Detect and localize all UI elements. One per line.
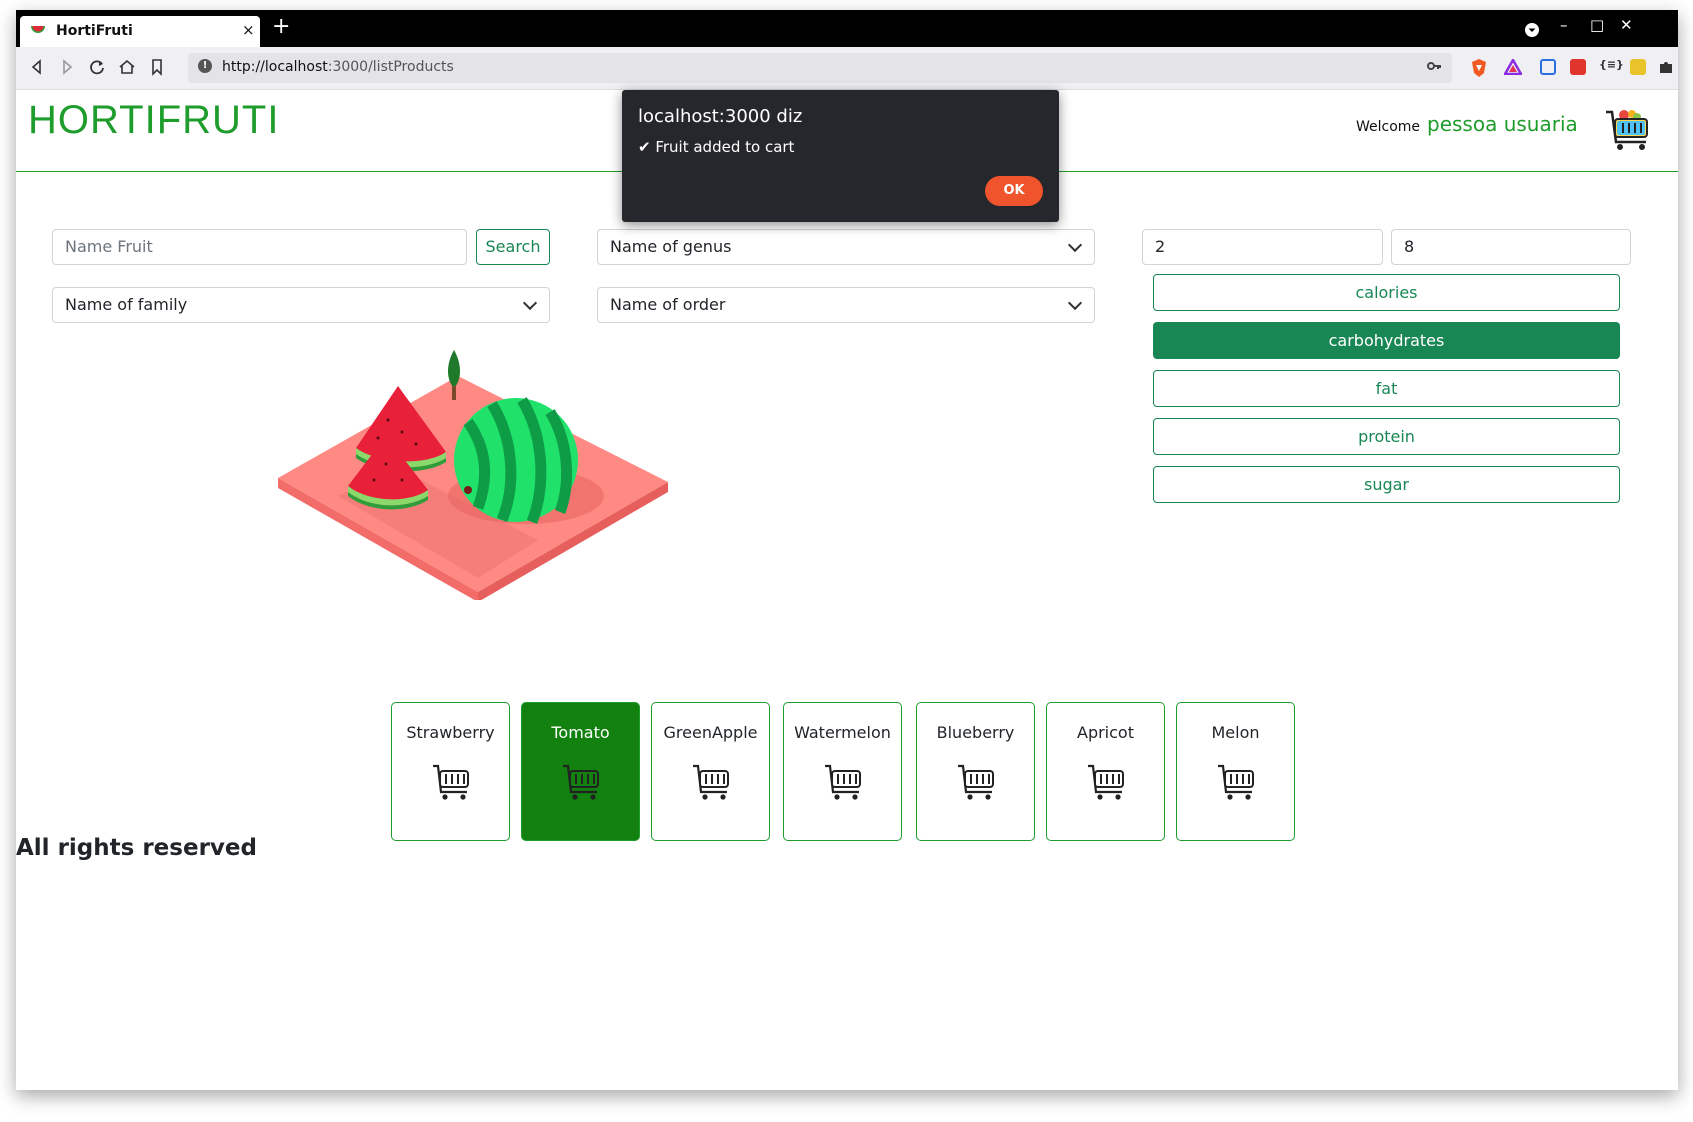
product-name: GreenApple	[663, 723, 758, 742]
add-to-cart-icon[interactable]	[561, 761, 601, 801]
nutrient-button-fat[interactable]: fat	[1153, 370, 1620, 407]
nutrient-button-carbohydrates[interactable]: carbohydrates	[1153, 322, 1620, 359]
url-text[interactable]: http://localhost:3000/listProducts	[222, 59, 454, 75]
chevron-down-icon	[1067, 295, 1083, 311]
title-bar: HortiFruti × + – □ ✕	[16, 10, 1678, 47]
product-card-blueberry[interactable]: Blueberry	[916, 702, 1035, 841]
add-to-cart-icon[interactable]	[1216, 761, 1256, 801]
product-card-tomato[interactable]: Tomato	[521, 702, 640, 841]
add-to-cart-icon[interactable]	[431, 761, 471, 801]
extensions-puzzle-icon[interactable]	[1658, 59, 1674, 75]
browser-tab[interactable]: HortiFruti ×	[20, 16, 260, 47]
brave-rewards-icon[interactable]	[1504, 59, 1522, 75]
nutrient-button-protein[interactable]: protein	[1153, 418, 1620, 455]
add-to-cart-icon[interactable]	[956, 761, 996, 801]
product-name: Apricot	[1077, 723, 1134, 742]
extension-red-icon[interactable]	[1570, 59, 1586, 75]
search-button[interactable]: Search	[476, 229, 550, 265]
dialog-ok-button[interactable]: OK	[985, 176, 1043, 206]
url-path: :3000/listProducts	[327, 59, 454, 75]
minimize-button[interactable]: –	[1560, 16, 1568, 34]
add-to-cart-icon[interactable]	[823, 761, 863, 801]
extension-yellow-icon[interactable]	[1630, 59, 1646, 75]
genus-select-value: Name of genus	[610, 237, 732, 256]
brand-logo[interactable]: HORTIFRUTI	[28, 98, 279, 143]
url-host: http://localhost	[222, 59, 328, 75]
page-content: HORTIFRUTI Welcome pessoa usuaria Name F…	[16, 90, 1678, 1090]
footer-text: All rights reserved	[16, 835, 257, 861]
home-icon[interactable]	[116, 56, 138, 78]
add-to-cart-icon[interactable]	[691, 761, 731, 801]
product-card-melon[interactable]: Melon	[1176, 702, 1295, 841]
product-card-apricot[interactable]: Apricot	[1046, 702, 1165, 841]
product-card-strawberry[interactable]: Strawberry	[391, 702, 510, 841]
product-name: Melon	[1211, 723, 1260, 742]
product-name: Watermelon	[794, 723, 891, 742]
family-select[interactable]: Name of family	[52, 287, 550, 323]
min-value-input[interactable]: 2	[1142, 229, 1383, 265]
genus-select[interactable]: Name of genus	[597, 229, 1095, 265]
site-info-icon[interactable]: !	[198, 59, 212, 73]
watermelon-illustration	[278, 350, 668, 600]
address-bar[interactable]: ! http://localhost:3000/listProducts	[188, 53, 1452, 83]
tab-close-icon[interactable]: ×	[242, 21, 255, 39]
product-name: Strawberry	[406, 723, 495, 742]
chevron-down-icon	[1067, 237, 1083, 253]
new-tab-button[interactable]: +	[272, 14, 290, 39]
product-card-watermelon[interactable]: Watermelon	[783, 702, 902, 841]
product-name: Blueberry	[936, 723, 1015, 742]
forward-icon[interactable]	[56, 56, 78, 78]
order-select-value: Name of order	[610, 295, 726, 314]
order-select[interactable]: Name of order	[597, 287, 1095, 323]
profile-menu-icon[interactable]	[1524, 22, 1540, 38]
product-card-greenapple[interactable]: GreenApple	[651, 702, 770, 841]
nutrient-button-calories[interactable]: calories	[1153, 274, 1620, 311]
nutrient-button-sugar[interactable]: sugar	[1153, 466, 1620, 503]
bookmark-icon[interactable]	[146, 56, 168, 78]
cart-icon[interactable]	[1604, 106, 1652, 154]
browser-toolbar: ! http://localhost:3000/listProducts {≡}	[16, 47, 1678, 90]
tab-title: HortiFruti	[56, 23, 133, 39]
extension-sync-icon[interactable]	[1540, 59, 1556, 75]
brave-shield-icon[interactable]	[1470, 58, 1488, 78]
maximize-button[interactable]: □	[1590, 16, 1604, 34]
reload-icon[interactable]	[86, 56, 108, 78]
family-select-value: Name of family	[65, 295, 188, 314]
alert-dialog: localhost:3000 diz ✔ Fruit added to cart…	[622, 90, 1059, 222]
add-to-cart-icon[interactable]	[1086, 761, 1126, 801]
welcome-label: Welcome	[1356, 119, 1421, 135]
dialog-title: localhost:3000 diz	[638, 106, 803, 127]
close-window-button[interactable]: ✕	[1620, 16, 1633, 34]
max-value-input[interactable]: 8	[1391, 229, 1631, 265]
name-fruit-input[interactable]: Name Fruit	[52, 229, 467, 265]
watermelon-favicon-icon	[31, 26, 45, 33]
username: pessoa usuaria	[1427, 112, 1578, 136]
browser-window: HortiFruti × + – □ ✕ ! http://localhost:…	[16, 10, 1678, 1090]
extension-json-icon[interactable]: {≡}	[1599, 58, 1624, 71]
dialog-message: ✔ Fruit added to cart	[638, 138, 795, 156]
chevron-down-icon	[522, 295, 538, 311]
key-icon[interactable]	[1426, 58, 1442, 74]
product-name: Tomato	[551, 723, 610, 742]
back-icon[interactable]	[26, 56, 48, 78]
